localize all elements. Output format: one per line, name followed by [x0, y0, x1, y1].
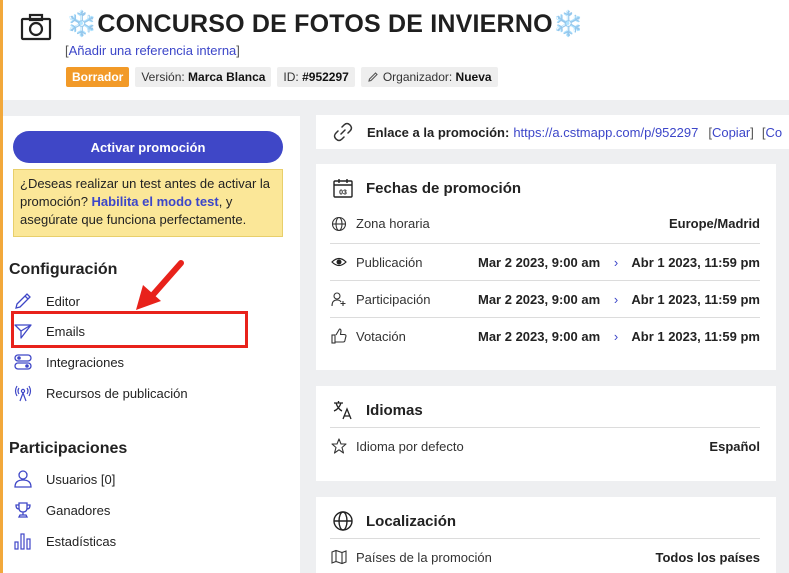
location-card: Localización Países de la promoción Todo…	[316, 497, 776, 573]
truncated-link-button[interactable]: Co	[766, 125, 783, 140]
card-title: Fechas de promoción	[366, 179, 522, 197]
link-icon	[333, 122, 353, 142]
page-title-text: CONCURSO DE FOTOS DE INVIERNO	[97, 10, 553, 38]
publication-label: Publicación	[356, 254, 423, 270]
promotion-dates-header: 03 Fechas de promoción	[332, 177, 521, 199]
sidebar-item-winners[interactable]: Ganadores	[13, 498, 283, 522]
participation-start-date: Mar 2 2023, 9:00 am	[478, 291, 601, 307]
sidebar-item-label: Recursos de publicación	[46, 385, 188, 401]
countries-row: Países de la promoción Todos los países	[330, 538, 760, 573]
sidebar-item-publication-resources[interactable]: Recursos de publicación	[13, 381, 283, 405]
translate-icon	[333, 401, 352, 420]
bracket-close: ]	[236, 43, 240, 58]
sidebar-item-statistics[interactable]: Estadísticas	[13, 529, 283, 553]
timezone-value: Europe/Madrid	[668, 216, 760, 231]
participation-row: Participación Mar 2 2023, 9:00 am › Abr …	[330, 280, 760, 317]
default-language-row: Idioma por defecto Español	[330, 427, 760, 464]
status-badge: Borrador	[66, 67, 130, 87]
bracket-close: ]	[750, 124, 754, 140]
sidebar-item-label: Usuarios [0]	[46, 471, 116, 487]
voting-start-date: Mar 2 2023, 9:00 am	[478, 328, 601, 344]
sidebar-item-label: Editor	[46, 293, 80, 309]
eye-icon	[330, 253, 348, 271]
languages-card: Idiomas Idioma por defecto Español	[316, 386, 776, 481]
copy-link-button[interactable]: Copiar	[712, 125, 750, 140]
sidebar-item-users[interactable]: Usuarios [0]	[13, 467, 283, 491]
red-arrow-annotation	[136, 260, 184, 310]
default-language-label: Idioma por defecto	[356, 438, 464, 454]
version-badge: Versión: Marca Blanca	[135, 67, 272, 87]
chevron-right-icon: ›	[613, 254, 619, 270]
location-header: Localización	[332, 510, 456, 532]
user-add-icon	[330, 290, 348, 308]
timezone-row: Zona horaria Europe/Madrid	[330, 205, 760, 242]
pencil-icon	[13, 291, 33, 311]
snowflake-icon: ❄️	[552, 10, 585, 38]
chevron-right-icon: ›	[613, 291, 619, 307]
trophy-icon	[13, 500, 33, 520]
status-badges: Borrador Versión: Marca Blanca ID: #9522…	[66, 67, 498, 87]
organizer-label: Organizador:	[382, 70, 453, 84]
sidebar-item-label: Integraciones	[46, 354, 125, 370]
version-label: Versión:	[141, 70, 185, 84]
publication-start-date: Mar 2 2023, 9:00 am	[478, 254, 601, 270]
toggles-icon	[13, 352, 33, 372]
map-icon	[330, 548, 348, 566]
version-value: Marca Blanca	[188, 70, 266, 84]
countries-label: Países de la promoción	[356, 549, 492, 565]
promotion-link-bar: Enlace a la promoción: https://a.cstmapp…	[316, 115, 789, 149]
organizer-badge[interactable]: Organizador: Nueva	[360, 67, 498, 87]
promotion-dates-card: 03 Fechas de promoción Zona horaria Euro…	[316, 164, 776, 370]
configuration-title: Configuración	[9, 261, 118, 278]
globe-icon	[330, 215, 348, 233]
default-language-value: Español	[709, 438, 760, 454]
sidebar-item-label: Estadísticas	[46, 533, 117, 549]
id-badge: ID: #952297	[277, 67, 355, 87]
thumbs-up-icon	[330, 327, 348, 345]
participation-label: Participación	[356, 291, 431, 307]
star-icon	[330, 437, 348, 455]
user-icon	[13, 469, 33, 489]
languages-header: Idiomas	[332, 399, 423, 421]
svg-text:03: 03	[339, 190, 347, 197]
publication-row: Publicación Mar 2 2023, 9:00 am › Abr 1 …	[330, 243, 760, 280]
camera-icon	[20, 13, 52, 41]
card-title: Idiomas	[366, 401, 423, 419]
participation-end-date: Abr 1 2023, 11:59 pm	[631, 291, 760, 307]
pencil-icon	[368, 72, 378, 82]
activate-promotion-button[interactable]: Activar promoción	[13, 131, 283, 163]
enable-test-mode-link[interactable]: Habilita el modo test	[92, 194, 219, 209]
promotion-url-link[interactable]: https://a.cstmapp.com/p/952297	[513, 125, 698, 140]
emails-highlight-box	[11, 311, 248, 348]
promotion-link-label: Enlace a la promoción:	[367, 124, 510, 140]
participations-title: Participaciones	[9, 440, 128, 457]
internal-reference: [Añadir una referencia interna]	[65, 43, 240, 58]
page-title: ❄️CONCURSO DE FOTOS DE INVIERNO❄️	[66, 10, 584, 39]
voting-label: Votación	[356, 328, 406, 344]
calendar-icon: 03	[333, 179, 353, 198]
timezone-label: Zona horaria	[356, 216, 430, 231]
globe-icon	[333, 511, 353, 531]
organizer-value: Nueva	[455, 70, 492, 84]
id-label: ID:	[283, 70, 299, 84]
id-value: #952297	[302, 70, 349, 84]
chevron-right-icon: ›	[613, 328, 619, 344]
sidebar-item-integrations[interactable]: Integraciones	[13, 350, 283, 374]
publication-end-date: Abr 1 2023, 11:59 pm	[631, 254, 760, 270]
broadcast-icon	[13, 383, 33, 403]
voting-row: Votación Mar 2 2023, 9:00 am › Abr 1 202…	[330, 317, 760, 354]
add-internal-reference-link[interactable]: Añadir una referencia interna	[69, 43, 237, 58]
voting-end-date: Abr 1 2023, 11:59 pm	[631, 328, 760, 344]
countries-value: Todos los países	[655, 549, 760, 565]
sidebar-item-label: Ganadores	[46, 502, 111, 518]
test-mode-note: ¿Deseas realizar un test antes de activa…	[13, 169, 283, 237]
card-title: Localización	[366, 512, 457, 530]
snowflake-icon: ❄️	[66, 10, 98, 38]
bar-chart-icon	[13, 531, 33, 551]
promotion-header: ❄️CONCURSO DE FOTOS DE INVIERNO❄️ [Añadi…	[3, 0, 789, 100]
